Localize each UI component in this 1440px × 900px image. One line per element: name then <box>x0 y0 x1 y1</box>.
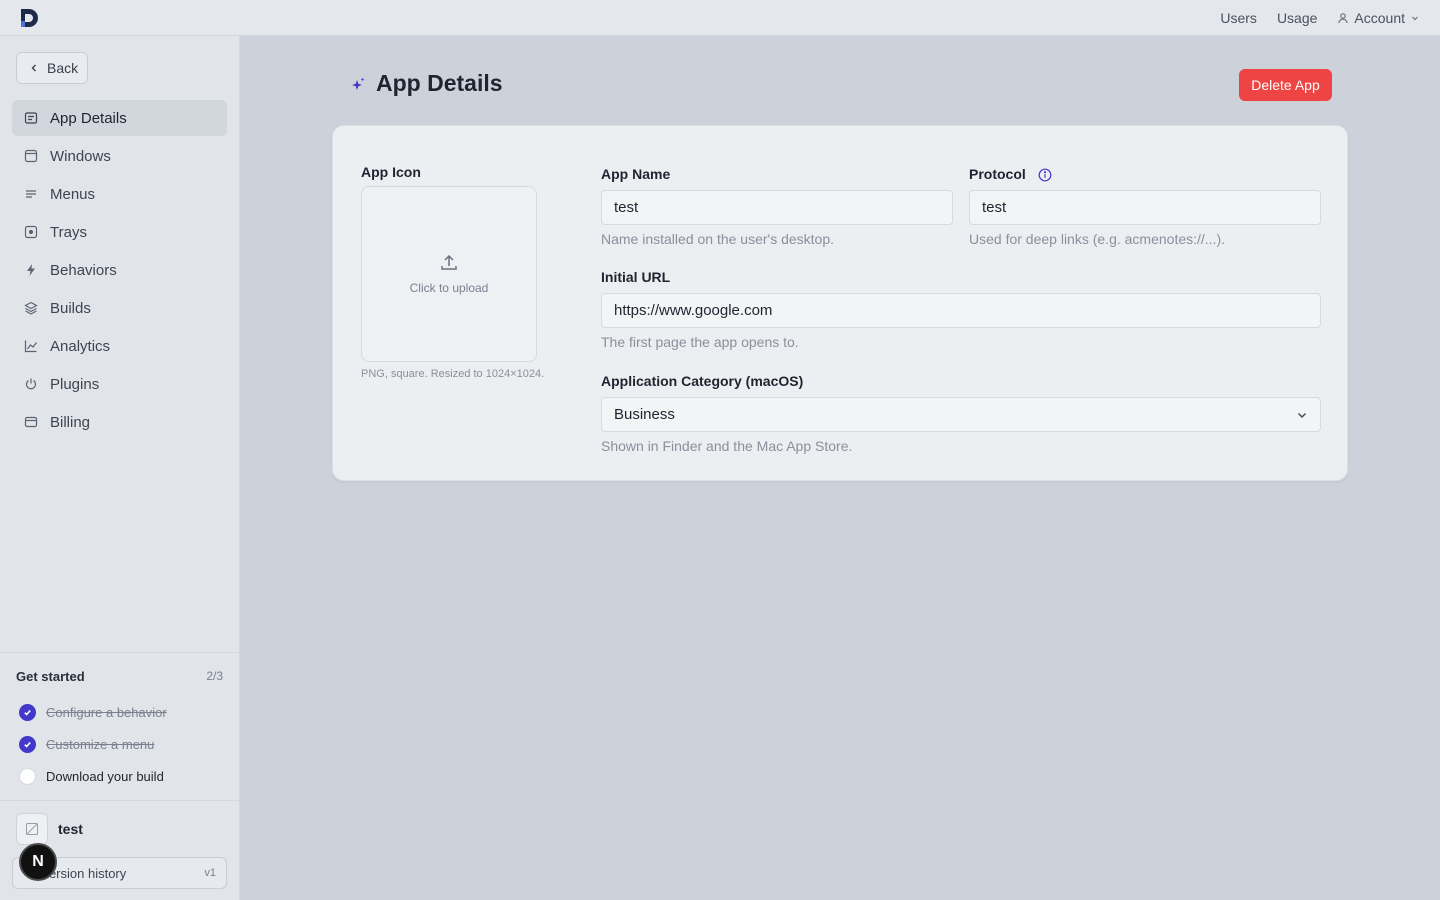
account-menu[interactable]: Account <box>1337 10 1420 26</box>
chevron-down-icon <box>1296 409 1308 421</box>
back-button[interactable]: Back <box>16 52 88 84</box>
app-name-hint: Name installed on the user's desktop. <box>601 231 835 247</box>
logo-icon[interactable] <box>18 7 40 29</box>
account-label: Account <box>1354 9 1405 26</box>
sidebar-nav: App Details Windows Menus Trays Behavior… <box>12 100 227 442</box>
top-bar: Users Usage Account <box>0 0 1440 36</box>
sidebar-item-windows[interactable]: Windows <box>12 138 227 174</box>
dev-badge[interactable]: N <box>19 843 57 881</box>
sidebar-item-label: App Details <box>50 109 127 127</box>
bolt-icon <box>24 263 38 277</box>
category-hint: Shown in Finder and the Mac App Store. <box>601 438 853 454</box>
checklist-item[interactable]: Customize a menu <box>16 728 223 760</box>
checklist-item-label: Customize a menu <box>46 736 155 752</box>
chevron-down-icon <box>1410 13 1420 23</box>
protocol-label: Protocol <box>969 166 1052 182</box>
initial-url-input[interactable]: https://www.google.com <box>601 293 1321 328</box>
sidebar-item-label: Builds <box>50 299 91 317</box>
page-title-text: App Details <box>376 70 503 96</box>
sidebar-item-menus[interactable]: Menus <box>12 176 227 212</box>
broken-image-icon <box>25 822 39 836</box>
sidebar-item-app-details[interactable]: App Details <box>12 100 227 136</box>
sidebar-item-label: Analytics <box>50 337 111 355</box>
category-label: Application Category (macOS) <box>601 373 804 389</box>
sidebar-item-plugins[interactable]: Plugins <box>12 366 227 402</box>
back-label: Back <box>47 60 79 76</box>
sidebar-item-label: Plugins <box>50 375 100 393</box>
initial-url-label: Initial URL <box>601 269 671 285</box>
sidebar-item-analytics[interactable]: Analytics <box>12 328 227 364</box>
app-name-input[interactable]: test <box>601 190 953 225</box>
version-number: v1 <box>204 867 216 879</box>
sidebar-item-billing[interactable]: Billing <box>12 404 227 440</box>
page-title: App Details <box>350 70 503 97</box>
protocol-hint: Used for deep links (e.g. acmenotes://..… <box>969 231 1226 247</box>
sidebar-item-label: Billing <box>50 413 91 431</box>
tray-icon <box>24 225 38 239</box>
check-circle-icon <box>19 735 36 753</box>
layers-icon <box>24 301 38 315</box>
category-select[interactable]: Business <box>601 397 1321 432</box>
window-icon <box>24 149 38 163</box>
protocol-input[interactable]: test <box>969 190 1321 225</box>
sidebar-item-label: Menus <box>50 185 96 203</box>
app-name-label: App Name <box>601 166 671 182</box>
app-details-card: App Icon Click to upload PNG, square. Re… <box>332 125 1348 481</box>
chart-icon <box>24 339 38 353</box>
app-thumbnail[interactable] <box>16 813 48 845</box>
usage-link[interactable]: Usage <box>1277 10 1317 26</box>
plug-icon <box>24 377 38 391</box>
sidebar-item-label: Windows <box>50 147 111 165</box>
icon-upload-area[interactable]: Click to upload <box>361 186 537 362</box>
sidebar-item-label: Behaviors <box>50 261 117 279</box>
card-icon <box>24 415 38 429</box>
category-value: Business <box>614 406 675 423</box>
icon-hint: PNG, square. Resized to 1024×1024. <box>361 368 545 380</box>
app-name: test <box>58 821 83 837</box>
protocol-label-text: Protocol <box>969 166 1026 182</box>
check-circle-icon <box>19 703 36 721</box>
checklist-item-label: Configure a behavior <box>46 704 167 720</box>
initial-url-hint: The first page the app opens to. <box>601 334 799 350</box>
upload-text: Click to upload <box>409 281 489 295</box>
sidebar-item-label: Trays <box>50 223 87 241</box>
get-started-count: 2/3 <box>206 669 223 683</box>
delete-app-button[interactable]: Delete App <box>1239 69 1332 101</box>
checklist-item[interactable]: Configure a behavior <box>16 696 223 728</box>
menu-lines-icon <box>24 187 38 201</box>
empty-circle-icon <box>19 767 36 785</box>
top-nav: Users Usage Account <box>1220 10 1420 26</box>
sidebar-item-builds[interactable]: Builds <box>12 290 227 326</box>
chevron-left-icon <box>29 63 39 73</box>
get-started-title: Get started <box>16 669 85 684</box>
get-started-panel: Get started 2/3 Configure a behavior Cus… <box>0 652 239 800</box>
upload-icon <box>439 253 459 273</box>
details-icon <box>24 111 38 125</box>
checklist-item[interactable]: Download your build <box>16 760 223 792</box>
sidebar-item-trays[interactable]: Trays <box>12 214 227 250</box>
sidebar: Back App Details Windows Menus Trays Beh… <box>0 36 240 900</box>
info-icon[interactable] <box>1038 168 1052 182</box>
checklist-item-label: Download your build <box>46 768 164 784</box>
sparkle-icon <box>350 76 366 92</box>
user-icon <box>1337 12 1349 24</box>
sidebar-item-behaviors[interactable]: Behaviors <box>12 252 227 288</box>
users-link[interactable]: Users <box>1220 10 1257 26</box>
app-icon-label: App Icon <box>361 164 421 180</box>
